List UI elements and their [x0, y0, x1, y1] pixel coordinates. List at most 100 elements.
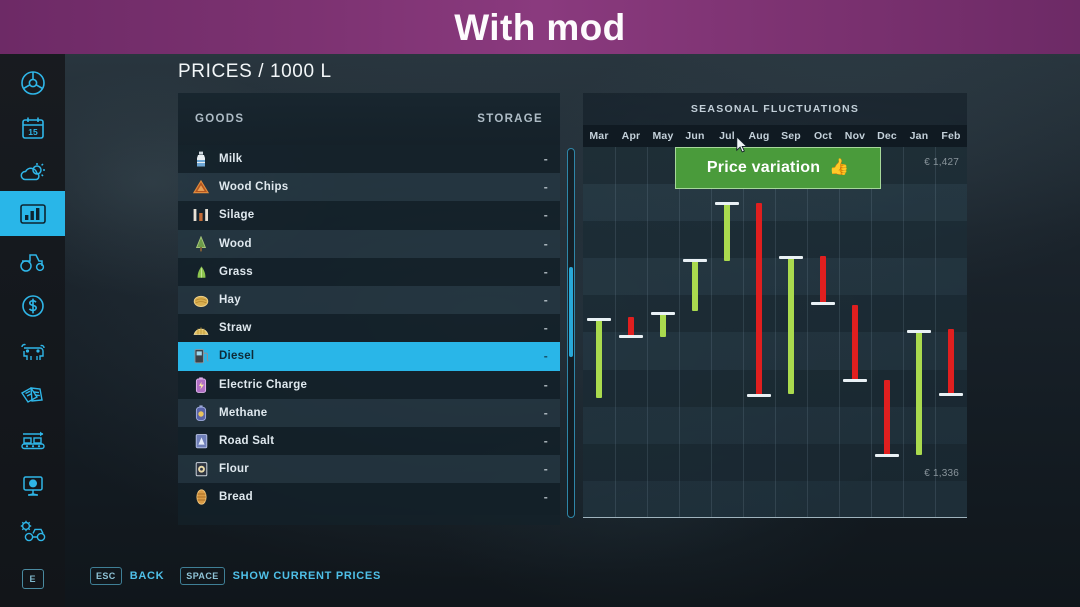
chart-bars-icon — [19, 202, 47, 226]
help-label: SHOW CURRENT PRICES — [232, 570, 382, 582]
goods-list-scrollbar[interactable] — [567, 148, 575, 518]
scrollbar-thumb[interactable] — [569, 267, 573, 357]
goods-row-label: Wood Chips — [219, 181, 289, 194]
goods-row-wood[interactable]: Wood - — [178, 229, 560, 258]
month-label-jun: Jun — [685, 130, 705, 142]
goods-row-storage: - — [543, 264, 548, 279]
chart-bar-may[interactable] — [647, 147, 679, 517]
goods-row-silage[interactable]: Silage - — [178, 201, 560, 230]
bar-current-price-tick — [587, 317, 611, 321]
goods-row-storage: - — [543, 433, 548, 448]
goods-row-label: Silage — [219, 209, 255, 222]
sidebar-item-contracts[interactable] — [0, 373, 65, 418]
goods-row-electric-charge[interactable]: Electric Charge - — [178, 370, 560, 399]
chart-bar-jun[interactable] — [679, 147, 711, 517]
straw-icon — [192, 319, 210, 337]
chart-bar-oct[interactable] — [807, 147, 839, 517]
bar-body-up — [660, 313, 666, 337]
goods-row-hay[interactable]: Hay - — [178, 285, 560, 315]
sidebar-item-animals[interactable] — [0, 328, 65, 373]
bar-body-down — [756, 203, 762, 395]
sidebar-item-finances[interactable] — [0, 283, 65, 328]
help-item-show-current-prices[interactable]: SPACE SHOW CURRENT PRICES — [180, 567, 381, 585]
month-label-dec: Dec — [877, 130, 897, 142]
goods-row-storage: - — [543, 462, 548, 477]
chart-bar-jul[interactable] — [711, 147, 743, 517]
goods-row-wood-chips[interactable]: Wood Chips - — [178, 173, 560, 202]
key-e-label: E — [29, 573, 36, 584]
goods-row-methane[interactable]: Methane - — [178, 398, 560, 427]
bar-current-price-tick — [779, 255, 803, 259]
goods-row-label: Electric Charge — [219, 378, 308, 391]
bar-current-price-tick — [907, 329, 931, 333]
bar-current-price-tick — [747, 393, 771, 397]
goods-row-label: Wood — [219, 237, 252, 250]
sidebar-item-calendar[interactable]: 15 — [0, 105, 65, 150]
goods-row-milk[interactable]: Milk - — [178, 145, 560, 174]
silage-icon — [192, 206, 210, 224]
goods-row-straw[interactable]: Straw - — [178, 314, 560, 343]
bar-current-price-tick — [843, 378, 867, 382]
bar-body-up — [788, 257, 794, 394]
goods-row-grass[interactable]: Grass - — [178, 257, 560, 286]
chart-bar-sep[interactable] — [775, 147, 807, 517]
goods-row-bread[interactable]: Bread - — [178, 483, 560, 512]
map-board-icon — [19, 473, 47, 499]
goods-row-diesel[interactable]: Diesel - — [178, 342, 560, 371]
sidebar-item-production[interactable] — [0, 418, 65, 463]
sidebar-item-steering[interactable] — [0, 60, 65, 105]
sidebar-item-key-e[interactable]: E — [0, 556, 65, 601]
goods-row-label: Flour — [219, 463, 249, 476]
sidebar-item-weather[interactable] — [0, 150, 65, 195]
weather-icon — [19, 160, 47, 186]
conveyor-icon — [18, 429, 48, 453]
bar-body-up — [724, 203, 730, 261]
bar-body-down — [628, 317, 634, 336]
month-label-mar: Mar — [589, 130, 609, 142]
documents-icon — [19, 384, 47, 408]
chart-bar-dec[interactable] — [871, 147, 903, 517]
bar-body-up — [692, 260, 698, 311]
goods-list[interactable]: Milk - Wood Chips - Silage - Wood - Grass - Hay - St… — [178, 145, 560, 512]
goods-row-road-salt[interactable]: Road Salt - — [178, 426, 560, 456]
goods-row-storage: - — [543, 490, 548, 505]
month-label-feb: Feb — [941, 130, 961, 142]
goods-row-flour[interactable]: Flour - — [178, 455, 560, 484]
sidebar-item-settings[interactable] — [0, 508, 65, 553]
column-header-goods: GOODS — [195, 113, 245, 125]
banner-title: With mod — [454, 6, 626, 48]
mod-banner: With mod — [0, 0, 1080, 54]
chart-bar-feb[interactable] — [935, 147, 967, 517]
chart-month-axis: Mar Apr May Jun Jul Aug Sep Oct Nov Dec Jan Feb — [583, 125, 967, 147]
goods-row-storage: - — [543, 236, 548, 251]
calendar-icon: 15 — [20, 115, 46, 141]
sidebar-item-construction[interactable] — [0, 463, 65, 508]
milk-bottle-icon — [192, 150, 210, 168]
gas-canister-icon — [192, 404, 210, 422]
gear-vehicle-icon — [18, 519, 48, 543]
goods-row-storage: - — [543, 152, 548, 167]
battery-icon — [192, 376, 210, 394]
cow-icon — [18, 339, 48, 363]
chart-bar-nov[interactable] — [839, 147, 871, 517]
help-item-back[interactable]: ESC BACK — [90, 567, 164, 585]
help-key-space: SPACE — [180, 567, 225, 585]
sidebar-item-statistics[interactable] — [0, 191, 65, 236]
goods-row-storage: - — [543, 180, 548, 195]
goods-row-storage: - — [543, 293, 548, 308]
goods-row-label: Diesel — [219, 350, 255, 363]
chart-bar-jan[interactable] — [903, 147, 935, 517]
goods-row-storage: - — [543, 321, 548, 336]
salt-bag-icon — [192, 432, 210, 450]
goods-row-label: Straw — [219, 322, 252, 335]
mouse-cursor-icon — [736, 135, 748, 154]
chart-bar-mar[interactable] — [583, 147, 615, 517]
help-label: BACK — [129, 570, 165, 582]
chart-plot-area[interactable]: € 1,427 € 1,336 — [583, 147, 967, 518]
chart-bar-aug[interactable] — [743, 147, 775, 517]
bar-body-up — [916, 331, 922, 455]
sidebar-rail: Q 15 — [0, 0, 65, 607]
sidebar-item-vehicles[interactable] — [0, 238, 65, 283]
steering-wheel-icon — [19, 69, 47, 97]
chart-bar-apr[interactable] — [615, 147, 647, 517]
